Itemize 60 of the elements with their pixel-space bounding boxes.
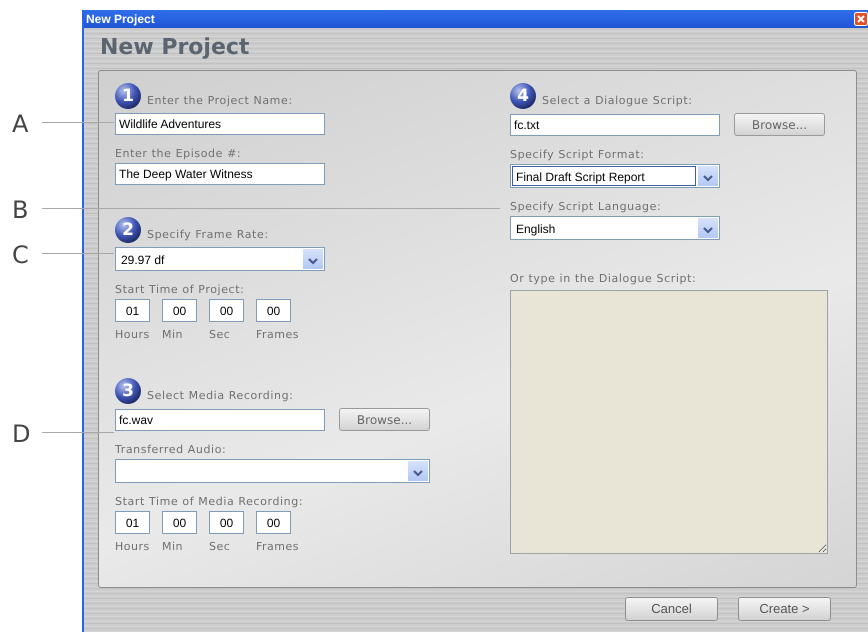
time-caption: Hours bbox=[115, 328, 150, 341]
chevron-down-icon[interactable] bbox=[698, 218, 718, 238]
dialog-button[interactable]: Create > bbox=[738, 597, 831, 621]
text-field[interactable]: fc.wav bbox=[115, 408, 325, 430]
step-number: 1 bbox=[115, 83, 141, 109]
step-title: Specify Frame Rate: bbox=[147, 228, 269, 243]
time-field[interactable]: 00 bbox=[162, 511, 197, 534]
time-field[interactable]: 00 bbox=[209, 299, 244, 322]
field-label: Enter the Episode #: bbox=[115, 147, 242, 161]
time-caption: Sec bbox=[209, 328, 230, 341]
field-label: Transferred Audio: bbox=[115, 443, 228, 457]
dropdown[interactable]: Final Draft Script Report bbox=[510, 164, 720, 188]
text-field[interactable]: Wildlife Adventures bbox=[115, 113, 325, 135]
time-field[interactable]: 00 bbox=[256, 299, 291, 322]
window-title: New Project bbox=[86, 12, 155, 26]
chevron-down-icon[interactable] bbox=[303, 249, 323, 269]
time-caption: Hours bbox=[115, 540, 150, 553]
field-label: Or type in the Dialogue Script: bbox=[510, 272, 698, 286]
callout-letter: C bbox=[12, 241, 29, 269]
dropdown[interactable] bbox=[115, 459, 430, 483]
dropdown-value: English bbox=[515, 221, 556, 238]
time-field[interactable]: 01 bbox=[115, 511, 150, 534]
field-label: Start Time of Project: bbox=[115, 283, 246, 297]
field-label: Start Time of Media Recording: bbox=[115, 495, 304, 509]
field-label: Specify Script Format: bbox=[510, 148, 646, 162]
field-label: Specify Script Language: bbox=[510, 200, 662, 214]
time-caption: Min bbox=[162, 540, 184, 553]
time-field[interactable]: 01 bbox=[115, 299, 150, 322]
dropdown-value: 29.97 df bbox=[120, 252, 166, 269]
dropdown-value: Final Draft Script Report bbox=[512, 166, 696, 186]
step-title: Select a Dialogue Script: bbox=[542, 94, 693, 109]
leader-line bbox=[42, 253, 114, 254]
step-number: 4 bbox=[510, 83, 536, 109]
callout-letter: A bbox=[12, 110, 28, 138]
chevron-down-icon[interactable] bbox=[698, 166, 718, 186]
step-title: Enter the Project Name: bbox=[147, 94, 293, 109]
leader-line bbox=[42, 432, 114, 433]
chevron-down-icon[interactable] bbox=[408, 461, 428, 481]
step-title: Select Media Recording: bbox=[147, 389, 294, 404]
browse-button[interactable]: Browse... bbox=[339, 408, 430, 431]
time-field[interactable]: 00 bbox=[256, 511, 291, 534]
dialog-button[interactable]: Cancel bbox=[625, 597, 718, 621]
time-field[interactable]: 00 bbox=[209, 511, 244, 534]
time-caption: Min bbox=[162, 328, 184, 341]
text-field[interactable]: The Deep Water Witness bbox=[115, 163, 325, 185]
close-icon[interactable] bbox=[854, 12, 868, 26]
callout-letter: D bbox=[12, 420, 30, 448]
browse-button[interactable]: Browse... bbox=[734, 113, 825, 136]
dropdown[interactable]: English bbox=[510, 216, 720, 240]
time-caption: Sec bbox=[209, 540, 230, 553]
time-field[interactable]: 00 bbox=[162, 299, 197, 322]
step-number: 3 bbox=[115, 378, 141, 404]
dialog-heading: New Project bbox=[100, 35, 250, 60]
text-field[interactable]: fc.txt bbox=[510, 114, 720, 136]
dropdown[interactable]: 29.97 df bbox=[115, 247, 325, 271]
leader-line bbox=[42, 122, 114, 123]
step-number: 2 bbox=[115, 217, 141, 243]
time-caption: Frames bbox=[256, 540, 300, 553]
time-caption: Frames bbox=[256, 328, 300, 341]
callout-letter: B bbox=[12, 196, 28, 224]
